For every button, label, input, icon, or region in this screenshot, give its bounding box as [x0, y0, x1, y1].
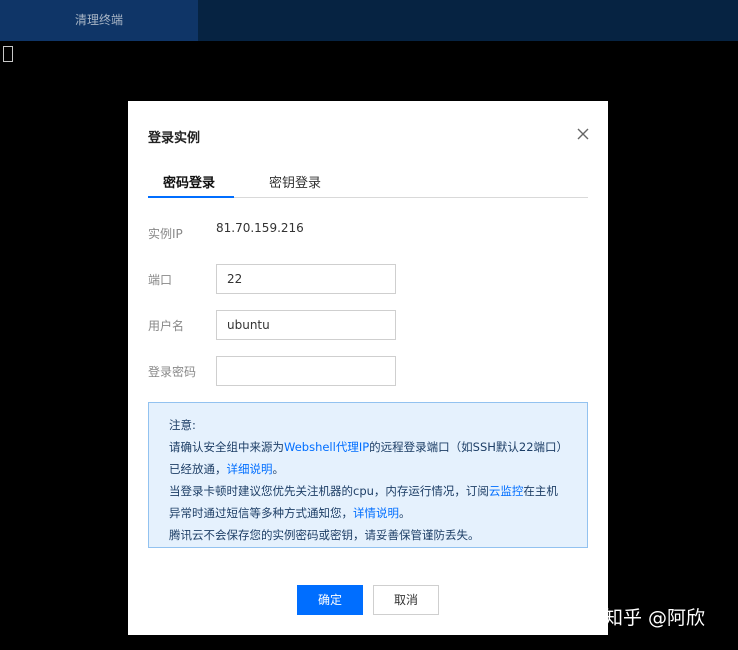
tab-password-login[interactable]: 密码登录	[163, 172, 215, 191]
login-method-tabs: 密码登录 密钥登录	[148, 172, 588, 198]
notice-text: 。	[399, 506, 411, 520]
notice-heading: 注意:	[169, 418, 196, 432]
notice-line-1: 请确认安全组中来源为Webshell代理IP的远程登录端口（如SSH默认22端口…	[169, 436, 567, 480]
tab-key-login[interactable]: 密钥登录	[269, 172, 321, 191]
notice-text: 。	[272, 462, 285, 476]
terminal-cursor	[3, 46, 13, 62]
webshell-proxy-ip-link[interactable]: Webshell代理IP	[284, 440, 369, 454]
notice-text: 请确认安全组中来源为	[169, 440, 284, 454]
clear-terminal-tab[interactable]: 清理终端	[0, 0, 198, 41]
port-label: 端口	[148, 273, 173, 287]
instance-ip-label: 实例IP	[148, 227, 183, 241]
password-label: 登录密码	[148, 365, 197, 379]
active-tab-indicator	[148, 196, 234, 198]
terminal-topbar: 清理终端	[0, 0, 738, 41]
port-input[interactable]	[216, 264, 396, 294]
instance-ip-value: 81.70.159.216	[216, 221, 304, 235]
username-input[interactable]	[216, 310, 396, 340]
cancel-button[interactable]: 取消	[373, 585, 439, 615]
notice-text: 当登录卡顿时建议您优先关注机器的cpu，内存运行情况，订阅	[169, 484, 489, 498]
detail-info-link[interactable]: 详情说明	[353, 506, 399, 520]
dialog-title: 登录实例	[148, 131, 201, 146]
password-input[interactable]	[216, 356, 396, 386]
close-icon[interactable]	[575, 126, 591, 142]
confirm-button[interactable]: 确定	[297, 585, 363, 615]
notice-line-3: 腾讯云不会保存您的实例密码或密钥，请妥善保管谨防丢失。	[169, 528, 480, 542]
detail-explain-link[interactable]: 详细说明	[227, 462, 273, 476]
notice-box: 注意: 请确认安全组中来源为Webshell代理IP的远程登录端口（如SSH默认…	[148, 402, 588, 548]
login-instance-dialog: 登录实例 密码登录 密钥登录 实例IP 81.70.159.216 端口 用户名…	[128, 101, 608, 635]
cloud-monitor-link[interactable]: 云监控	[489, 484, 524, 498]
notice-line-2: 当登录卡顿时建议您优先关注机器的cpu，内存运行情况，订阅云监控在主机异常时通过…	[169, 480, 567, 524]
zhihu-watermark: 知乎 @阿欣	[604, 607, 706, 629]
username-label: 用户名	[148, 319, 185, 333]
